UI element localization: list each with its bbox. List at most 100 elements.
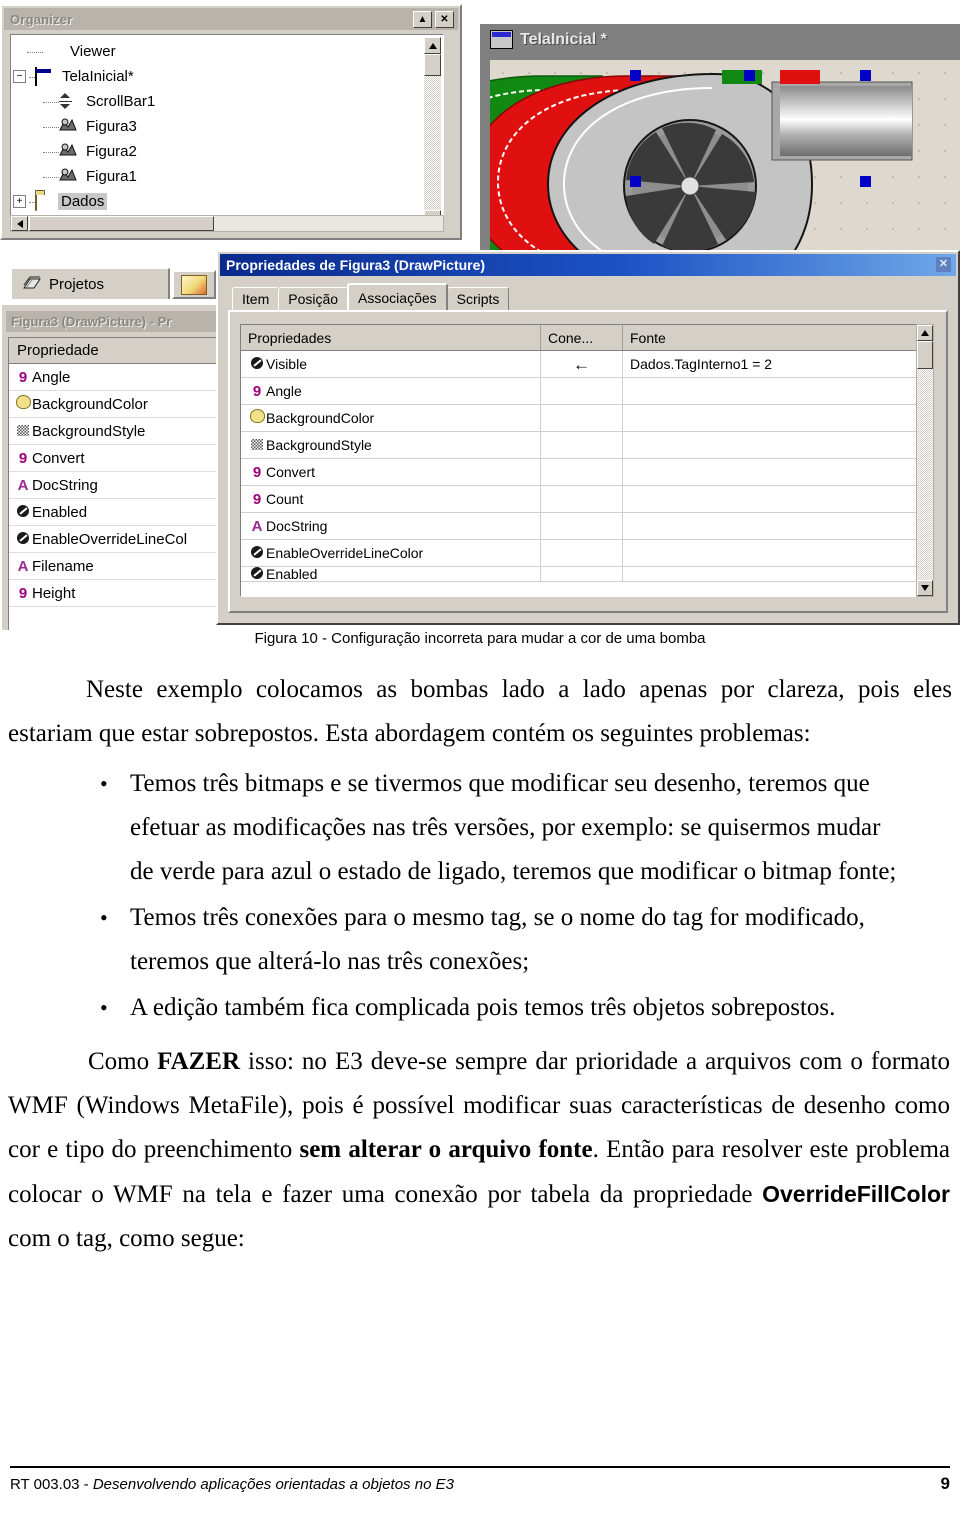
association-row[interactable]: BackgroundStyle [241, 432, 933, 459]
connection-direction-icon [541, 486, 623, 512]
tree-item-telainicial[interactable]: − TelaInicial* [13, 64, 403, 89]
emphasis-fazer: FAZER [157, 1048, 241, 1075]
column-header-conexao: Cone... [541, 325, 623, 350]
tab-projetos[interactable]: Projetos [10, 267, 170, 299]
property-name: Visible [266, 356, 307, 372]
drawpicture-glyph [59, 118, 77, 131]
organizer-vertical-scrollbar[interactable] [424, 37, 441, 227]
property-name: BackgroundColor [266, 410, 375, 426]
selection-handle-middle-left[interactable] [630, 176, 641, 187]
scroll-track[interactable] [424, 76, 441, 210]
tree-connector [43, 101, 59, 103]
panel-tabstrip: Projetos [4, 265, 228, 301]
page-footer: RT 003.03 - Desenvolvendo aplicações ori… [10, 1474, 950, 1494]
tree-item-dados[interactable]: + Dados [13, 189, 403, 214]
organizer-window: Organizer ▲ ✕ Viewer − TelaInicial* Scro… [0, 4, 462, 240]
tree-item-figura2[interactable]: Figura2 [13, 139, 403, 164]
property-name: BackgroundColor [32, 395, 148, 413]
property-row[interactable]: EnableOverrideLineCol [9, 526, 228, 553]
boolean-type-icon [248, 356, 266, 373]
association-row[interactable]: EnableOverrideLineColor [241, 540, 933, 567]
tree-item-figura3[interactable]: Figura3 [13, 114, 403, 139]
selection-handle-top-center[interactable] [744, 70, 755, 81]
property-row[interactable]: Enabled [9, 499, 228, 526]
list-item: Temos três bitmaps e se tivermos que mod… [0, 762, 960, 894]
number-type-icon: 9 [252, 382, 262, 400]
scroll-thumb[interactable] [917, 341, 933, 369]
organizer-tree-pane: Viewer − TelaInicial* ScrollBar1 Figura3… [10, 34, 444, 230]
association-source [623, 486, 933, 512]
association-row[interactable]: 9 Angle [241, 378, 933, 405]
scroll-down-button[interactable] [917, 580, 933, 596]
scroll-up-button[interactable] [917, 325, 933, 341]
connection-direction-icon [541, 378, 623, 404]
footer-document-title: Desenvolvendo aplicações orientadas a ob… [92, 1476, 454, 1493]
scroll-left-button[interactable] [11, 216, 28, 231]
number-type-icon: 9 [252, 463, 262, 481]
tab-item[interactable]: Item [232, 287, 280, 310]
selection-handle-top-right[interactable] [860, 70, 871, 81]
connection-direction-icon [541, 540, 623, 566]
close-button[interactable]: ✕ [435, 11, 454, 28]
property-row[interactable]: BackgroundStyle [9, 418, 228, 445]
column-header-propriedades: Propriedades [241, 325, 541, 350]
pump-graphics-group[interactable] [490, 64, 932, 268]
tree-item-label: ScrollBar1 [86, 93, 156, 110]
footer-divider [10, 1466, 950, 1468]
connection-direction-icon [541, 405, 623, 431]
tab-posicao[interactable]: Posição [278, 287, 349, 310]
horizontal-scroll-thumb[interactable] [29, 216, 214, 231]
scroll-up-button[interactable] [424, 37, 441, 54]
property-name: Filename [32, 557, 94, 575]
association-row[interactable]: 9 Convert [241, 459, 933, 486]
tree-item-label: TelaInicial* [62, 68, 134, 85]
association-row[interactable]: Enabled [241, 567, 933, 582]
restore-button[interactable]: ▲ [413, 11, 432, 28]
screen-canvas[interactable] [490, 60, 960, 268]
tree-item-scrollbar1[interactable]: ScrollBar1 [13, 89, 403, 114]
property-row[interactable]: BackgroundColor [9, 391, 228, 418]
property-row[interactable]: A Filename [9, 553, 228, 580]
boolean-type-icon [248, 567, 266, 581]
tab-projetos-label: Projetos [49, 275, 105, 293]
emphasis-overridefillcolor: OverrideFillColor [762, 1181, 950, 1207]
property-name: EnableOverrideLineColor [266, 545, 424, 561]
tab-associacoes[interactable]: Associações [347, 283, 448, 310]
expand-toggle[interactable]: + [13, 195, 26, 208]
organizer-horizontal-scrollbar[interactable] [10, 215, 444, 232]
association-row[interactable]: A DocString [241, 513, 933, 540]
property-row[interactable]: A DocString [9, 472, 228, 499]
selection-handle-top-left[interactable] [630, 70, 641, 81]
selection-handle-middle-right[interactable] [860, 176, 871, 187]
pump-gray [546, 72, 913, 268]
property-row[interactable]: 9 Height [9, 580, 228, 607]
drawpicture-icon [59, 118, 79, 135]
association-property: A DocString [241, 513, 541, 539]
property-name: Height [32, 584, 76, 602]
list-item: Temos três conexões para o mesmo tag, se… [0, 896, 960, 984]
property-name: Angle [32, 368, 71, 386]
number-type-icon: 9 [18, 584, 28, 602]
association-row[interactable]: 9 Count [241, 486, 933, 513]
scroll-thumb[interactable] [424, 54, 441, 76]
close-icon[interactable]: ✕ [936, 257, 951, 272]
association-source [623, 567, 933, 581]
property-row[interactable]: 9 Convert [9, 445, 228, 472]
tree-item-figura1[interactable]: Figura1 [13, 164, 403, 189]
association-row[interactable]: BackgroundColor [241, 405, 933, 432]
script-pane-icon [181, 274, 207, 295]
scroll-track[interactable] [917, 369, 933, 578]
dialog-title: Propriedades de Figura3 (DrawPicture) [226, 257, 486, 273]
associations-vertical-scrollbar[interactable] [916, 324, 934, 597]
screen-editor-titlebar: TelaInicial * [482, 26, 960, 53]
collapse-toggle[interactable]: − [13, 70, 26, 83]
tab-scripts[interactable]: Scripts [446, 287, 510, 310]
property-row[interactable]: 9 Angle [9, 364, 228, 391]
property-name: Enabled [266, 567, 318, 582]
property-name: Convert [266, 464, 316, 480]
drawpicture-icon [59, 143, 79, 160]
tree-item-viewer[interactable]: Viewer [13, 39, 403, 64]
tab-scripts-pane[interactable] [172, 270, 216, 299]
association-property: 9 Count [241, 486, 541, 512]
association-row[interactable]: Visible ← Dados.TagInterno1 = 2 [241, 351, 933, 378]
